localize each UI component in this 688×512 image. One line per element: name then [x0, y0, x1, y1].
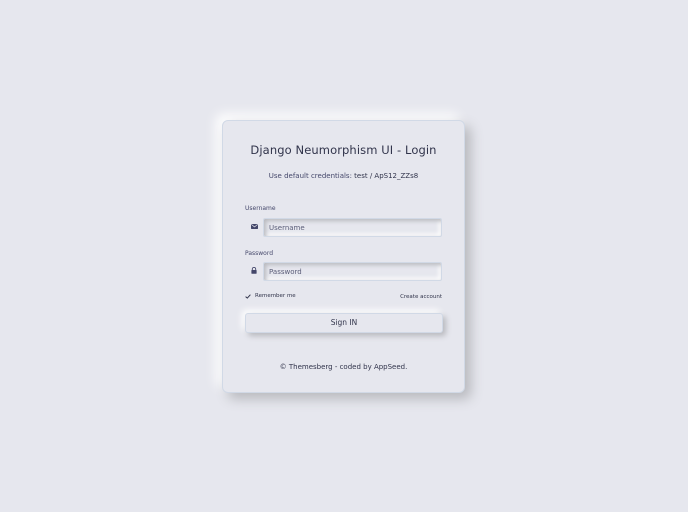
credentials-value: test / ApS12_ZZs8	[354, 172, 419, 180]
envelope-icon	[245, 218, 263, 235]
credentials-hint-prefix: Use default credentials:	[268, 172, 355, 180]
page-title: Django Neumorphism UI - Login	[250, 143, 437, 157]
remember-label: Remember me	[255, 293, 296, 299]
password-input[interactable]	[263, 262, 442, 281]
username-input[interactable]	[263, 218, 442, 237]
checkmark-icon	[245, 293, 251, 299]
footer-credits: © Themesberg - coded by AppSeed.	[279, 363, 408, 371]
remember-checkbox[interactable]	[245, 293, 251, 299]
remember-me[interactable]: Remember me	[245, 293, 296, 299]
create-account-link[interactable]: Create account	[400, 294, 442, 300]
password-label: Password	[245, 250, 274, 257]
sign-in-button[interactable]: Sign IN	[245, 313, 443, 333]
lock-icon	[245, 262, 263, 279]
login-card: Django Neumorphism UI - Login Use defaul…	[222, 120, 465, 393]
credentials-hint: Use default credentials: test / ApS12_ZZ…	[223, 172, 464, 180]
username-label: Username	[245, 205, 276, 212]
